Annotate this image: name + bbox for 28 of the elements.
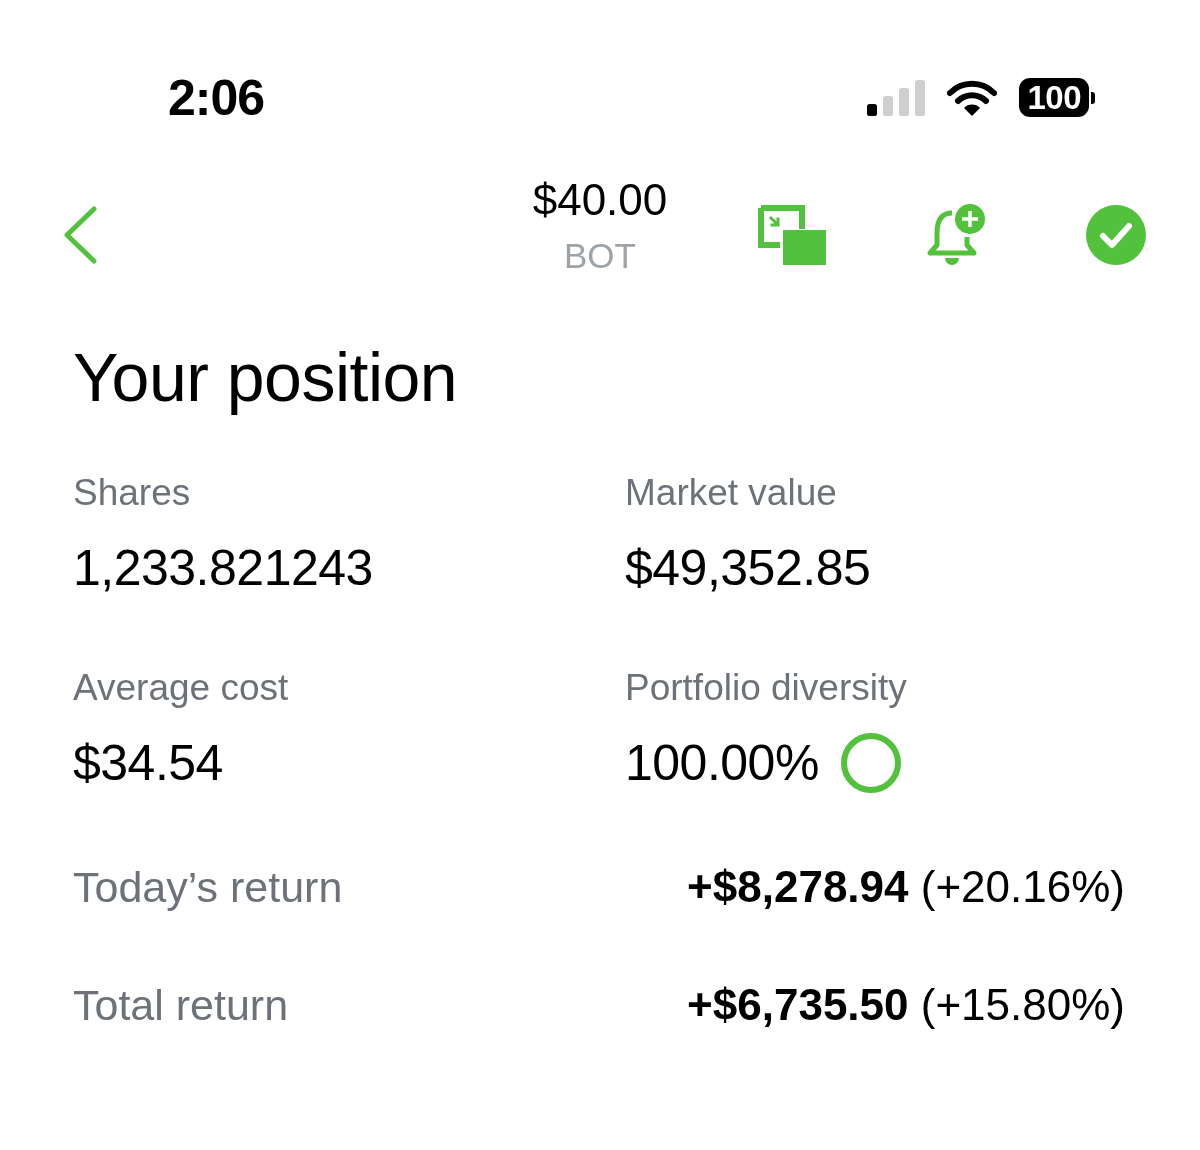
return-value: +$8,278.94 (+20.16%) xyxy=(687,862,1125,912)
stat-value: $49,352.85 xyxy=(625,539,871,598)
signal-icon xyxy=(867,79,926,116)
stat-label: Market value xyxy=(625,471,837,515)
stat-value: 1,233.821243 xyxy=(73,539,373,598)
return-label: Today’s return xyxy=(73,862,343,912)
checkmark-circle-icon xyxy=(1086,205,1146,265)
stat-value: 100.00% xyxy=(625,734,819,793)
section-title: Your position xyxy=(73,338,458,416)
bell-plus-icon xyxy=(926,203,986,267)
stat-label: Average cost xyxy=(73,666,289,710)
battery-indicator: 100 xyxy=(1019,78,1095,117)
ticker-symbol: BOT xyxy=(564,236,636,276)
return-value: +$6,735.50 (+15.80%) xyxy=(687,980,1125,1030)
chevron-left-icon xyxy=(62,206,98,264)
return-label: Total return xyxy=(73,980,289,1030)
stat-label: Shares xyxy=(73,471,191,515)
confirm-button[interactable] xyxy=(1086,205,1146,265)
back-button[interactable] xyxy=(62,206,98,264)
stat-label: Portfolio diversity xyxy=(625,666,907,710)
status-time: 2:06 xyxy=(168,72,265,123)
wifi-icon xyxy=(947,79,998,116)
stat-value: $34.54 xyxy=(73,734,223,793)
stock-price: $40.00 xyxy=(532,175,668,225)
alert-button[interactable] xyxy=(926,203,986,267)
picture-in-picture-icon xyxy=(758,205,826,265)
diversity-ring-icon xyxy=(840,733,901,793)
picture-in-picture-button[interactable] xyxy=(758,205,826,265)
